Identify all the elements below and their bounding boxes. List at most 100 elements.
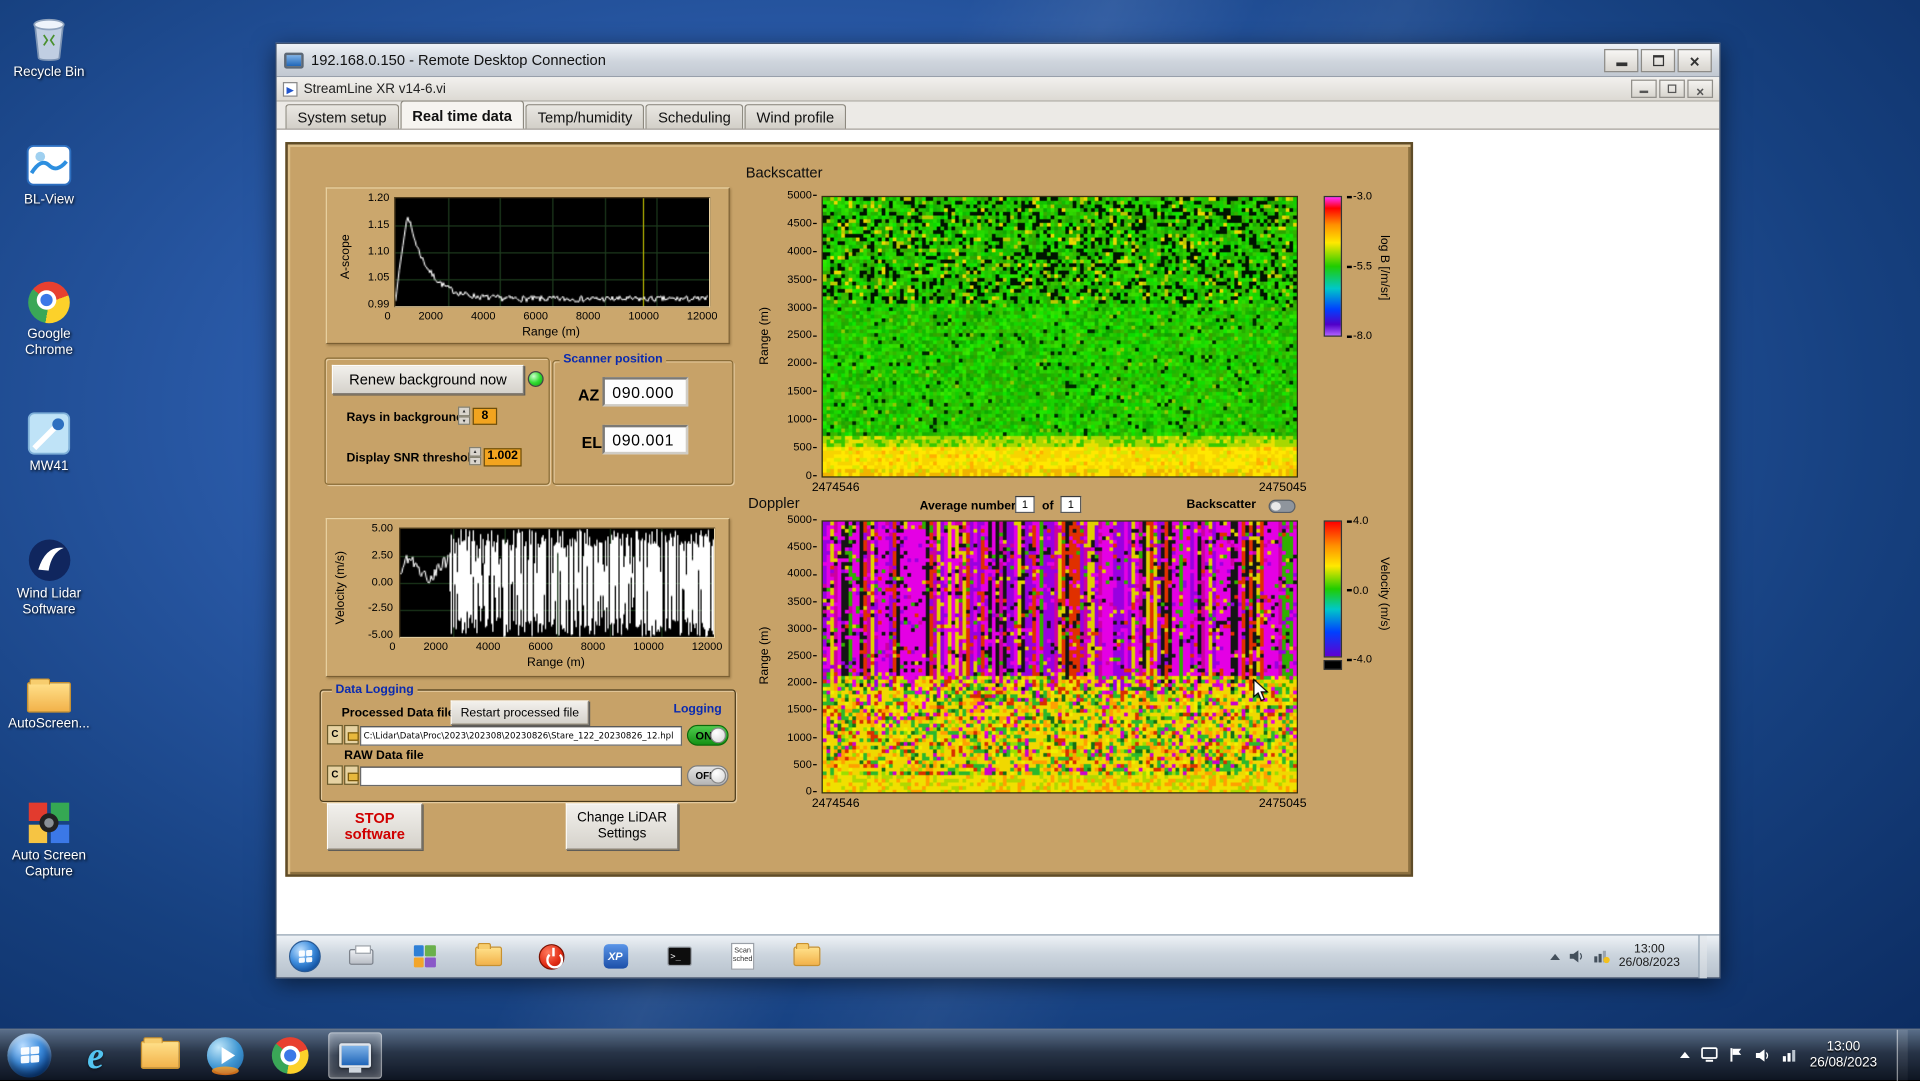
- tick-label: 3000: [787, 301, 816, 313]
- ascope-x-ticks: 0 2000 4000 6000 8000 10000 12000: [384, 310, 717, 322]
- rays-value-field[interactable]: 8: [472, 407, 498, 425]
- tick-label: 12000: [691, 640, 723, 653]
- tick-label: 1.15: [367, 217, 390, 230]
- real-time-data-panel: A-scope 1.20 1.15 1.10 1.05 0.99 0 2000 4000 60…: [285, 142, 1414, 877]
- stop-software-button[interactable]: STOP software: [326, 803, 423, 850]
- screen-capture-icon: [2, 793, 95, 844]
- backscatter-toggle[interactable]: [1268, 499, 1296, 514]
- desktop-icon-mw41[interactable]: MW41: [2, 404, 95, 475]
- tab-strip: System setup Real time data Temp/humidit…: [276, 100, 1720, 130]
- snr-value-field[interactable]: 1.002: [483, 448, 522, 467]
- tick-label: 5000: [787, 514, 816, 525]
- vi-window-title: StreamLine XR v14-6.vi: [303, 81, 446, 97]
- vi-titlebar[interactable]: StreamLine XR v14-6.vi: [276, 77, 1720, 102]
- snr-spinner[interactable]: ▲ ▼: [468, 446, 482, 466]
- tab-wind-profile[interactable]: Wind profile: [744, 104, 847, 129]
- renew-background-button[interactable]: Renew background now: [331, 364, 525, 395]
- volume-icon[interactable]: [1755, 1048, 1771, 1063]
- velocity-y-ticks: 5.00 2.50 0.00 -2.50 -5.00: [361, 521, 394, 641]
- backscatter-x-start: 2474546: [811, 481, 860, 495]
- data-logging-title: Data Logging: [331, 683, 418, 697]
- processed-path-field[interactable]: C:\Lidar\Data\Proc\2023\202308\20230826\…: [360, 726, 683, 746]
- el-value-display[interactable]: 090.001: [602, 424, 689, 455]
- raw-browse-icon[interactable]: [344, 765, 359, 785]
- restart-processed-file-button[interactable]: Restart processed file: [450, 700, 589, 725]
- az-value-display[interactable]: 090.000: [602, 377, 689, 407]
- processed-drive-box[interactable]: C: [326, 724, 343, 745]
- remote-taskbar-apps[interactable]: [409, 941, 440, 972]
- media-player-icon: [206, 1036, 244, 1075]
- desktop-icon-auto-screen-capture[interactable]: Auto Screen Capture: [2, 793, 95, 880]
- remote-taskbar-scan-sched[interactable]: Scan sched: [727, 941, 758, 972]
- of-label: of: [1042, 499, 1054, 514]
- taskbar-remote-desktop[interactable]: [328, 1031, 383, 1079]
- desktop-icon-autoscreen[interactable]: AutoScreen...: [2, 661, 95, 732]
- taskbar-internet-explorer[interactable]: [69, 1032, 123, 1079]
- change-lidar-settings-button[interactable]: Change LiDAR Settings: [565, 803, 679, 850]
- rdp-tray-icon[interactable]: [1701, 1047, 1718, 1063]
- taskbar-chrome[interactable]: [263, 1032, 317, 1079]
- remote-start-button[interactable]: [288, 940, 321, 973]
- remote-taskbar-folder[interactable]: [473, 941, 504, 972]
- folder-icon: [26, 678, 72, 713]
- rdp-titlebar[interactable]: 192.168.0.150 - Remote Desktop Connectio…: [276, 44, 1720, 78]
- tick-label: 5000: [787, 189, 816, 201]
- processed-logging-toggle[interactable]: ON: [686, 724, 729, 746]
- network-icon[interactable]: [1593, 949, 1610, 964]
- start-button[interactable]: [7, 1032, 52, 1077]
- remote-hidden-icons-arrow[interactable]: [1550, 953, 1560, 960]
- desktop-icon-wind-lidar[interactable]: Wind Lidar Software: [2, 531, 95, 618]
- average-number-field[interactable]: 1: [1015, 495, 1035, 514]
- tick-label: -5.5: [1347, 260, 1372, 272]
- tick-label: 6000: [523, 309, 548, 323]
- tick-label: 4000: [787, 568, 816, 580]
- backscatter-colorbar-label: log B [/m/sr]: [1377, 235, 1392, 301]
- tick-label: -8.0: [1347, 330, 1372, 342]
- scan-sched-icon: Scan sched: [731, 942, 755, 970]
- remote-taskbar-printer[interactable]: [345, 941, 376, 972]
- hidden-icons-arrow[interactable]: [1679, 1051, 1690, 1058]
- taskbar: 13:00 26/08/2023: [0, 1028, 1920, 1081]
- tick-label: 0.99: [367, 297, 390, 310]
- tick-label: 0: [806, 469, 817, 481]
- remote-taskbar-power[interactable]: [536, 941, 567, 972]
- raw-logging-toggle[interactable]: OFF: [686, 765, 729, 787]
- tick-label: -2.50: [367, 601, 394, 614]
- raw-path-field[interactable]: [360, 766, 683, 787]
- maximize-button[interactable]: [1640, 48, 1676, 72]
- minimize-button[interactable]: [1604, 48, 1639, 72]
- velocity-x-axis-label: Range (m): [526, 656, 585, 670]
- vi-close-button[interactable]: [1687, 79, 1714, 98]
- tab-real-time-data[interactable]: Real time data: [400, 100, 525, 129]
- vi-minimize-button[interactable]: [1631, 79, 1657, 98]
- taskbar-media-player[interactable]: [198, 1032, 252, 1079]
- close-button[interactable]: [1677, 48, 1712, 72]
- tick-label: 8000: [575, 309, 601, 323]
- desktop-icon-google-chrome[interactable]: Google Chrome: [2, 272, 95, 359]
- desktop-icon-bl-view[interactable]: BL-View: [2, 137, 95, 208]
- remote-taskbar-folder-2[interactable]: [791, 941, 822, 972]
- raw-drive-box[interactable]: C: [326, 765, 343, 785]
- desktop-icon-recycle-bin[interactable]: Recycle Bin: [2, 10, 95, 81]
- taskbar-explorer[interactable]: [133, 1032, 187, 1079]
- tick-label: 2500: [787, 329, 816, 341]
- volume-icon[interactable]: [1568, 949, 1584, 964]
- tab-scheduling[interactable]: Scheduling: [645, 104, 744, 129]
- taskbar-clock[interactable]: 13:00 26/08/2023: [1810, 1039, 1877, 1071]
- tick-label: 5.00: [371, 521, 394, 534]
- show-desktop-button[interactable]: [1896, 1029, 1908, 1081]
- processed-browse-icon[interactable]: [344, 724, 359, 745]
- remote-show-desktop-button[interactable]: [1698, 934, 1707, 978]
- desktop-icon-label: MW41: [29, 459, 69, 474]
- tab-temp-humidity[interactable]: Temp/humidity: [525, 104, 645, 129]
- rays-spinner[interactable]: ▲ ▼: [457, 406, 471, 425]
- average-of-field[interactable]: 1: [1060, 495, 1082, 514]
- remote-taskbar-console[interactable]: [664, 941, 695, 972]
- vi-restore-button[interactable]: [1659, 79, 1685, 98]
- tab-system-setup[interactable]: System setup: [285, 104, 399, 129]
- action-center-flag-icon[interactable]: [1729, 1047, 1744, 1063]
- remote-clock-time: 13:00: [1634, 942, 1665, 957]
- remote-clock[interactable]: 13:00 26/08/2023: [1619, 943, 1680, 970]
- network-icon[interactable]: [1782, 1048, 1799, 1063]
- remote-taskbar-xp[interactable]: XP: [600, 941, 631, 972]
